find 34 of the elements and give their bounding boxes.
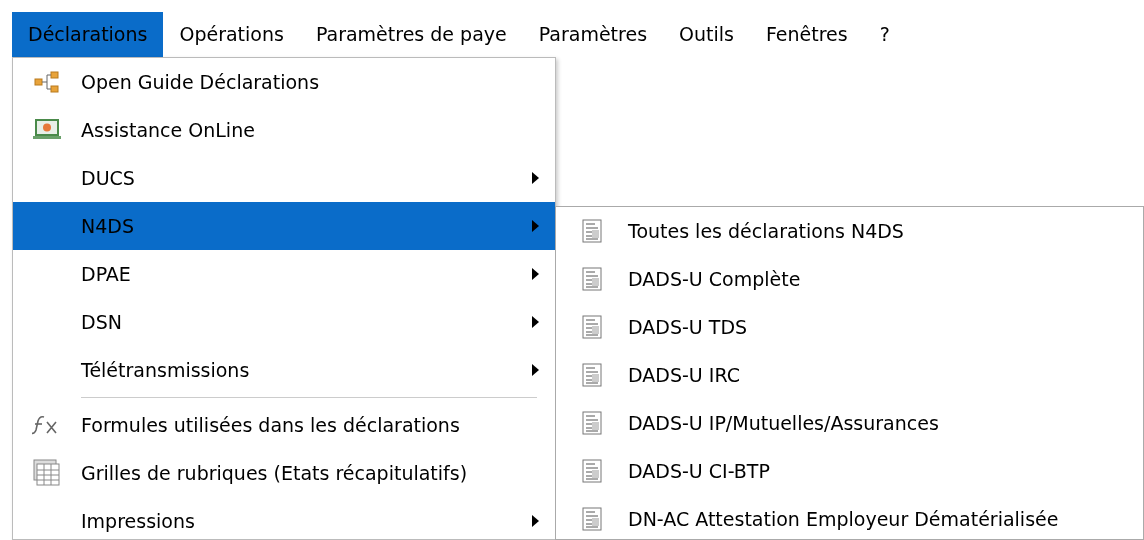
table-icon <box>33 459 61 487</box>
menu-bar-item[interactable]: Paramètres de paye <box>299 12 523 57</box>
menu-bar-item[interactable]: Outils <box>663 12 750 57</box>
document-icon <box>582 507 602 531</box>
menu-item[interactable]: Assistance OnLine <box>13 106 555 154</box>
document-icon <box>582 459 602 483</box>
menu-item[interactable]: Grilles de rubriques (Etats récapitulatifs) <box>13 449 555 497</box>
menu-item[interactable]: DSN <box>13 298 555 346</box>
menu-item[interactable]: Impressions <box>13 497 555 539</box>
document-icon <box>582 411 602 435</box>
document-icon <box>582 315 602 339</box>
menu-bar-item[interactable]: Opérations <box>163 12 300 57</box>
tree-icon <box>34 71 60 93</box>
menu-item[interactable]: DADS-U Complète <box>556 255 1143 303</box>
menu-item[interactable]: DN-AC Attestation Employeur Dématérialisée <box>556 495 1143 539</box>
menu-item[interactable]: Toutes les déclarations N4DS <box>556 207 1143 255</box>
menu-item[interactable]: DPAE <box>13 250 555 298</box>
menu-item[interactable]: DADS-U IRC <box>556 351 1143 399</box>
document-icon <box>582 363 602 387</box>
menu-item[interactable]: Formules utilisées dans les déclarations <box>13 401 555 449</box>
menu-bar-item[interactable]: Paramètres <box>522 12 664 57</box>
menu-item[interactable]: Open Guide Déclarations <box>13 58 555 106</box>
menu-bar-item[interactable]: Fenêtres <box>749 12 864 57</box>
menu-item[interactable]: DADS-U CI-BTP <box>556 447 1143 495</box>
document-icon <box>582 267 602 291</box>
menu-item[interactable]: DUCS <box>13 154 555 202</box>
document-icon <box>582 219 602 243</box>
menu-bar-item[interactable]: ? <box>863 12 906 57</box>
laptop-icon <box>32 118 62 142</box>
menu-bar-item[interactable]: Déclarations <box>12 12 164 57</box>
menu-item[interactable]: DADS-U IP/Mutuelles/Assurances <box>556 399 1143 447</box>
menu-item[interactable]: Télétransmissions <box>13 346 555 394</box>
menu-item[interactable]: DADS-U TDS <box>556 303 1143 351</box>
menu-item[interactable]: N4DS <box>13 202 555 250</box>
